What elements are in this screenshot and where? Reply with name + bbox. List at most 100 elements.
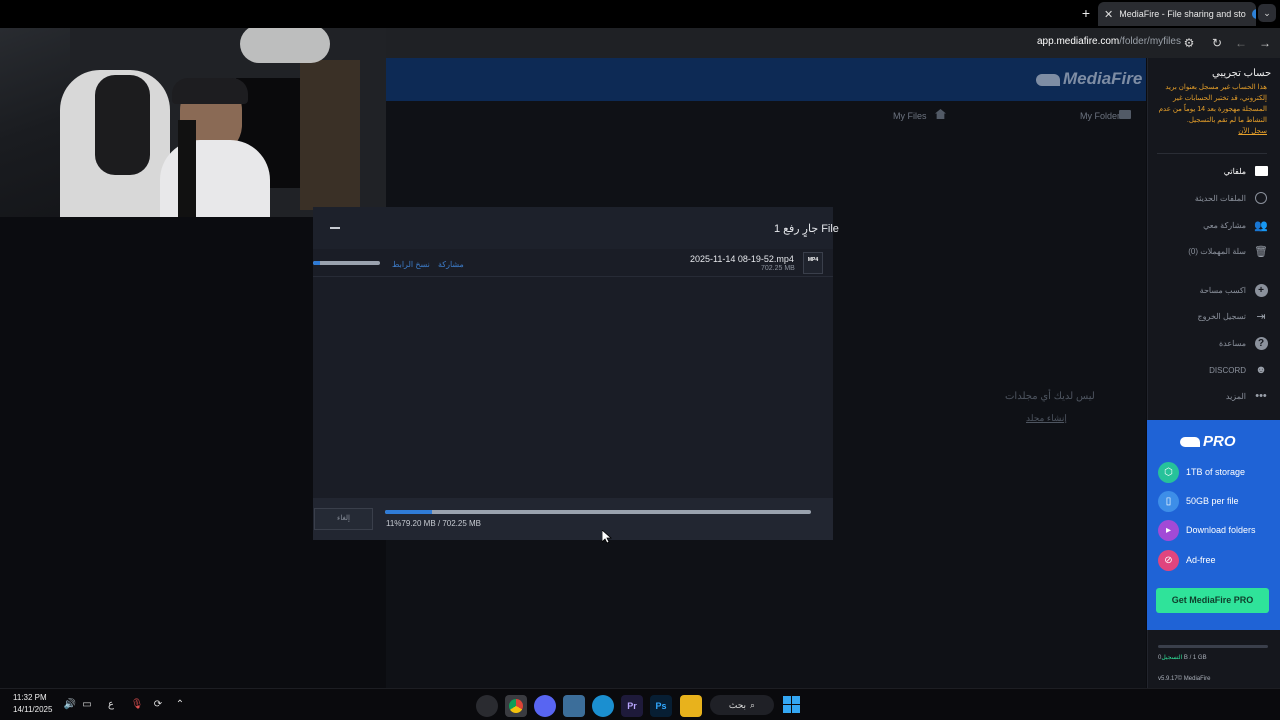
total-progress-text: 11%79.20 MB / 702.25 MB — [386, 519, 482, 528]
file-progress-bar — [313, 261, 380, 265]
total-progress-bar — [385, 510, 811, 514]
sidebar-item-earn-space[interactable]: اكسب مساحة + — [1150, 280, 1268, 300]
pro-feature-file-size: ▯ 50GB per file — [1158, 490, 1276, 512]
mediafire-logo[interactable]: MediaFire — [1036, 69, 1142, 89]
upload-dialog-header — [313, 207, 833, 249]
sidebar-item-label: المزيد — [1225, 391, 1246, 401]
minimize-dialog-button[interactable] — [330, 227, 340, 229]
breadcrumb-myfiles[interactable]: My Files — [893, 111, 927, 121]
new-tab-button[interactable]: + — [1078, 4, 1094, 22]
clock-icon — [1254, 191, 1268, 205]
pro-feature-storage: ⬡ 1TB of storage — [1158, 461, 1276, 483]
sidebar-item-label: اكسب مساحة — [1199, 285, 1246, 295]
upload-file-name: 2025-11-14 08-19-52.mp4 — [690, 254, 794, 264]
sidebar-item-label: مساعدة — [1218, 338, 1246, 348]
clock-date[interactable]: 14/11/2025 — [13, 705, 52, 714]
account-warning: هذا الحساب غير مسجل بعنوان بريد إلكتروني… — [1150, 82, 1267, 137]
help-icon: ? — [1254, 336, 1268, 350]
sidebar-item-more[interactable]: المزيد ••• — [1150, 386, 1268, 406]
sidebar-item-recent[interactable]: الملفات الحديثة — [1150, 188, 1268, 208]
plus-circle-icon: + — [1254, 283, 1268, 297]
back-icon[interactable]: ← — [1232, 34, 1250, 52]
copy-link[interactable]: نسخ الرابط — [392, 260, 430, 269]
unknown-app-icon[interactable] — [476, 695, 498, 717]
folder-download-icon: ▸ — [1158, 519, 1179, 541]
upload-dialog-title: جارٍ رفع 1 File — [774, 223, 839, 235]
sidebar-item-label: مشاركة معي — [1203, 220, 1246, 230]
close-tab-icon[interactable]: ✕ — [1104, 8, 1113, 21]
premiere-icon[interactable]: Pr — [621, 695, 643, 717]
mouse-cursor-icon — [602, 530, 612, 544]
clock-time[interactable]: 11:32 PM — [13, 693, 47, 702]
tab-title: MediaFire - File sharing and sto — [1119, 9, 1246, 19]
people-icon: 👥 — [1254, 219, 1268, 232]
mediafire-logo-icon — [1036, 73, 1060, 86]
chrome-icon[interactable] — [505, 695, 527, 717]
folder-icon — [1119, 110, 1131, 119]
empty-folders-message: ليس لديك أي مجلدات — [1005, 391, 1095, 402]
microphone-icon[interactable]: 🎙 — [130, 698, 144, 712]
storage-usage-text: التسجيل0 B / 1 GB — [1158, 655, 1207, 661]
mp4-file-icon: MP4 — [803, 252, 823, 274]
network-icon[interactable]: ▭ — [80, 698, 94, 712]
sidebar-item-label: سلة المهملات (0) — [1188, 246, 1246, 256]
site-settings-icon[interactable]: ⚙ — [1180, 34, 1198, 52]
start-windows-icon[interactable] — [783, 696, 800, 713]
ad-free-icon: ⊘ — [1158, 549, 1179, 571]
breadcrumb-myfolders[interactable]: My Folders — [1080, 111, 1125, 121]
sidebar-divider — [1157, 153, 1267, 154]
taskbar-search[interactable]: بحث ⌕ — [710, 695, 774, 715]
sidebar-item-label: الملفات الحديثة — [1194, 193, 1246, 203]
file-icon: ▯ — [1158, 490, 1179, 512]
register-now-link[interactable]: سجل الآن — [1150, 126, 1267, 137]
pro-feature-download-folders: ▸ Download folders — [1158, 519, 1276, 541]
sidebar-item-discord[interactable]: DISCORD ☻ — [1150, 360, 1268, 380]
sidebar-item-shared[interactable]: مشاركة معي 👥 — [1150, 215, 1268, 235]
account-title: حساب تجريبي — [1212, 68, 1272, 79]
sidebar-item-label: تسجيل الخروج — [1197, 311, 1247, 321]
pro-logo: PRO — [1180, 433, 1236, 450]
file-explorer-icon[interactable] — [680, 695, 702, 717]
logout-icon: ⇥ — [1256, 310, 1266, 323]
trash-icon: 🗑 — [1254, 245, 1268, 258]
forward-icon[interactable]: → — [1256, 34, 1274, 52]
photoshop-icon[interactable]: Ps — [650, 695, 672, 717]
browser-tab[interactable]: ✕ MediaFire - File sharing and sto — [1098, 2, 1256, 26]
get-pro-button[interactable]: Get MediaFire PRO — [1156, 588, 1269, 613]
upload-file-size: 702.25 MB — [761, 265, 795, 272]
storage-usage-bar — [1158, 645, 1268, 648]
more-icon: ••• — [1255, 390, 1267, 402]
discord-icon: ☻ — [1255, 364, 1267, 376]
webcam-overlay — [0, 0, 386, 217]
tray-chevron-up-icon[interactable]: ⌃ — [173, 698, 187, 712]
storage-register-link[interactable]: التسجيل — [1161, 655, 1182, 661]
task-view-icon[interactable] — [563, 695, 585, 717]
sidebar-item-myfiles[interactable]: ملفاتي — [1150, 161, 1268, 181]
total-progress-fill — [385, 510, 432, 514]
file-progress-fill — [313, 261, 321, 265]
folder-icon — [1254, 164, 1268, 178]
tab-search-menu-button[interactable]: ⌄ — [1258, 4, 1276, 22]
cube-icon: ⬡ — [1158, 461, 1179, 483]
mediafire-pro-logo-icon — [1180, 437, 1200, 448]
site-header — [386, 58, 1146, 101]
sync-icon[interactable]: ⟳ — [151, 698, 165, 712]
search-icon: ⌕ — [750, 699, 756, 710]
cancel-upload-button[interactable]: إلغاء — [314, 508, 373, 530]
sidebar-item-label: DISCORD — [1209, 365, 1246, 375]
version-text: v5.9.17© MediaFire — [1158, 676, 1211, 682]
sidebar-item-label: ملفاتي — [1223, 166, 1246, 176]
language-indicator[interactable]: ع — [104, 698, 118, 712]
volume-icon[interactable]: 🔊 — [63, 698, 77, 712]
sidebar-item-logout[interactable]: تسجيل الخروج ⇥ — [1150, 306, 1268, 326]
share-link[interactable]: مشاركة — [438, 260, 464, 269]
pro-feature-ad-free: ⊘ Ad-free — [1158, 549, 1276, 571]
url-text[interactable]: app.mediafire.com/folder/myfiles — [1037, 36, 1181, 47]
edge-icon[interactable] — [592, 695, 614, 717]
sidebar-item-trash[interactable]: سلة المهملات (0) 🗑 — [1150, 241, 1268, 261]
reload-icon[interactable]: ↻ — [1208, 34, 1226, 52]
sidebar-item-help[interactable]: مساعدة ? — [1150, 333, 1268, 353]
discord-app-icon[interactable] — [534, 695, 556, 717]
mediafire-favicon-icon — [1251, 9, 1256, 19]
create-folder-link[interactable]: إنشاء مجلد — [1026, 413, 1067, 424]
